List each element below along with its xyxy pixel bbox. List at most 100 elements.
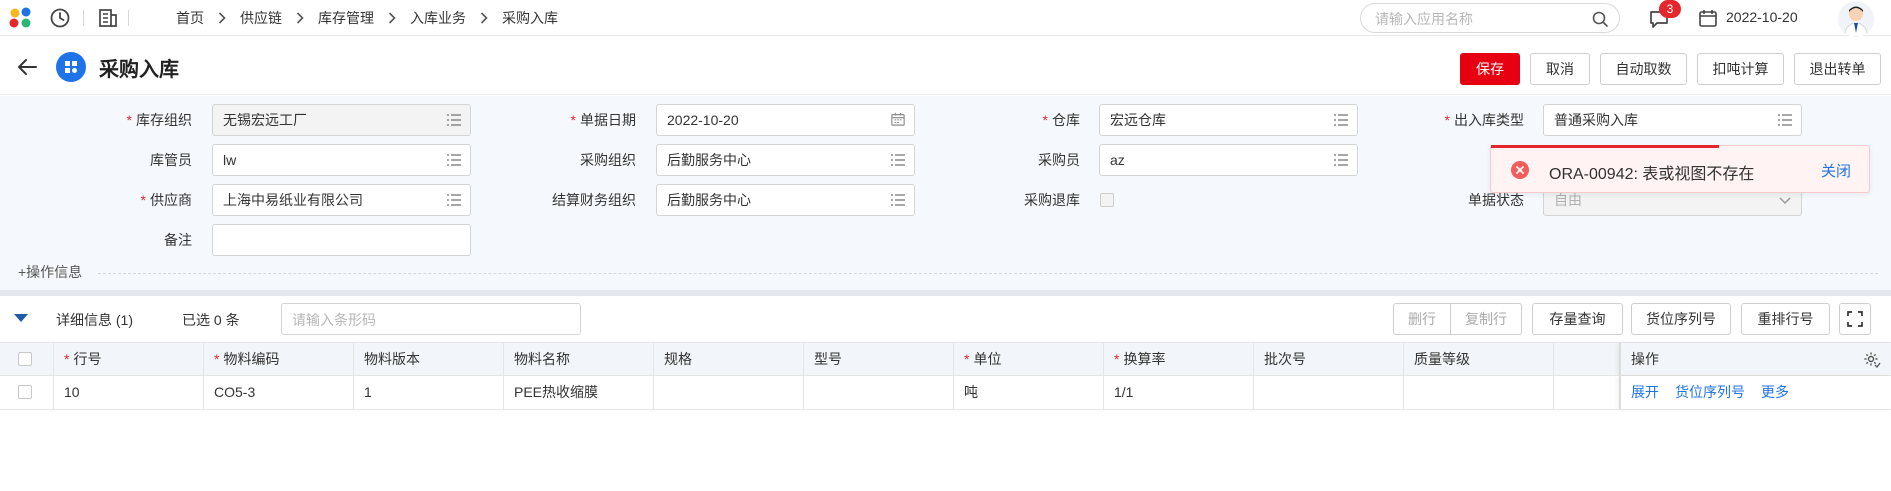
io-type-field[interactable]: 普通采购入库 — [1543, 104, 1802, 136]
list-icon[interactable] — [890, 193, 906, 207]
cell-material-name[interactable]: PEE热收缩膜 — [504, 376, 654, 409]
more-link[interactable]: 更多 — [1761, 384, 1789, 400]
row-checkbox[interactable] — [18, 385, 32, 399]
chevron-right-icon — [388, 12, 396, 24]
cell-material-version[interactable]: 1 — [354, 376, 504, 409]
list-icon[interactable] — [446, 113, 462, 127]
cell-material-code[interactable]: CO5-3 — [204, 376, 354, 409]
col-model[interactable]: 型号 — [804, 343, 954, 375]
app-logo-icon[interactable] — [8, 7, 34, 29]
list-icon[interactable] — [446, 153, 462, 167]
cell-unit[interactable]: 吨 — [954, 376, 1104, 409]
cell-extra — [1554, 376, 1620, 409]
error-icon — [1511, 161, 1529, 179]
col-material-code[interactable]: * 物料编码 — [204, 343, 354, 375]
search-icon[interactable] — [1591, 10, 1609, 28]
cell-conversion-rate[interactable]: 1/1 — [1104, 376, 1254, 409]
operation-info-toggle[interactable]: +操作信息 — [18, 262, 82, 282]
calendar-icon[interactable] — [1698, 8, 1718, 28]
purchase-org-label: 采购组织 — [580, 152, 636, 168]
notification-badge: 3 — [1659, 0, 1681, 18]
fullscreen-button[interactable] — [1839, 303, 1871, 335]
breadcrumb-inventory[interactable]: 库存管理 — [318, 8, 374, 28]
col-conversion-rate[interactable]: * 换算率 — [1104, 343, 1254, 375]
settle-org-field[interactable]: 后勤服务中心 — [656, 184, 915, 216]
warehouse-field[interactable]: 宏远仓库 — [1099, 104, 1358, 136]
expand-link[interactable]: 展开 — [1631, 384, 1659, 400]
list-icon[interactable] — [446, 193, 462, 207]
page-title: 采购入库 — [99, 59, 179, 81]
toast-progress-bar — [1491, 145, 1719, 148]
barcode-box[interactable] — [281, 303, 581, 335]
save-button[interactable]: 保存 — [1460, 53, 1520, 85]
warehouse-label: * 仓库 — [1042, 112, 1080, 128]
top-bar: 首页 供应链 库存管理 入库业务 采购入库 3 2022-10-20 — [0, 0, 1891, 37]
toast-close-link[interactable]: 关闭 — [1821, 160, 1851, 181]
breadcrumb-supply-chain[interactable]: 供应链 — [240, 8, 282, 28]
auto-fetch-button[interactable]: 自动取数 — [1600, 53, 1687, 85]
col-spec[interactable]: 规格 — [654, 343, 804, 375]
col-actions: 操作 — [1620, 343, 1891, 375]
cell-batch-no[interactable] — [1254, 376, 1404, 409]
list-icon[interactable] — [1777, 113, 1793, 127]
list-icon[interactable] — [1333, 153, 1349, 167]
history-clock-icon[interactable] — [49, 7, 71, 29]
col-extra — [1554, 343, 1620, 375]
cell-model[interactable] — [804, 376, 954, 409]
fullscreen-icon — [1847, 311, 1863, 327]
table-row[interactable]: 10 CO5-3 1 PEE热收缩膜 吨 1/1 展开 货位序列号 更多 — [0, 376, 1891, 410]
doc-date-field[interactable]: 2022-10-20 — [656, 104, 915, 136]
calendar-icon[interactable] — [890, 112, 906, 126]
detail-toolbar: 详细信息 (1) 已选 0 条 删行 复制行 存量查询 货位序列号 重排行号 — [0, 297, 1891, 341]
building-icon[interactable] — [97, 7, 119, 29]
list-icon[interactable] — [1333, 113, 1349, 127]
breadcrumb-home[interactable]: 首页 — [176, 8, 204, 28]
toast-message: ORA-00942: 表或视图不存在 — [1549, 166, 1755, 183]
breadcrumb-inbound[interactable]: 入库业务 — [410, 8, 466, 28]
col-unit[interactable]: * 单位 — [954, 343, 1104, 375]
user-avatar-icon — [1843, 6, 1869, 37]
location-serial-button[interactable]: 货位序列号 — [1631, 303, 1731, 335]
stock-query-button[interactable]: 存量查询 — [1532, 303, 1623, 335]
col-material-version[interactable]: 物料版本 — [354, 343, 504, 375]
column-settings-gear-icon[interactable] — [1863, 351, 1881, 369]
cancel-button[interactable]: 取消 — [1530, 53, 1590, 85]
collapse-triangle-icon[interactable] — [14, 314, 28, 322]
cell-quality-grade[interactable] — [1404, 376, 1554, 409]
purchase-org-field[interactable]: 后勤服务中心 — [656, 144, 915, 176]
col-quality-grade[interactable]: 质量等级 — [1404, 343, 1554, 375]
current-date[interactable]: 2022-10-20 — [1726, 9, 1798, 25]
delete-row-button[interactable]: 删行 — [1393, 303, 1451, 335]
app-grid-icon — [56, 52, 86, 82]
cell-line-no[interactable]: 10 — [54, 376, 204, 409]
deduct-calc-button[interactable]: 扣吨计算 — [1697, 53, 1784, 85]
back-arrow-icon[interactable] — [14, 54, 40, 80]
keeper-field[interactable]: lw — [212, 144, 471, 176]
purchase-return-label: 采购退库 — [1024, 192, 1080, 208]
copy-row-button[interactable]: 复制行 — [1450, 303, 1522, 335]
buyer-field[interactable]: az — [1099, 144, 1358, 176]
section-divider — [0, 290, 1891, 296]
chevron-right-icon — [480, 12, 488, 24]
location-serial-link[interactable]: 货位序列号 — [1675, 384, 1745, 400]
doc-date-label: * 单据日期 — [570, 112, 636, 128]
app-search[interactable] — [1360, 3, 1620, 33]
col-batch-no[interactable]: 批次号 — [1254, 343, 1404, 375]
purchase-return-checkbox[interactable] — [1100, 193, 1114, 207]
list-icon[interactable] — [890, 153, 906, 167]
select-all-checkbox[interactable] — [18, 352, 32, 366]
exit-transfer-button[interactable]: 退出转单 — [1794, 53, 1881, 85]
supplier-field[interactable]: 上海中易纸业有限公司 — [212, 184, 471, 216]
col-material-name[interactable]: 物料名称 — [504, 343, 654, 375]
select-all-cell — [0, 343, 54, 375]
col-line-no[interactable]: * 行号 — [54, 343, 204, 375]
barcode-input[interactable] — [292, 311, 562, 329]
remark-field[interactable] — [212, 224, 471, 256]
reorder-rows-button[interactable]: 重排行号 — [1741, 303, 1830, 335]
app-search-input[interactable] — [1375, 10, 1575, 28]
user-avatar[interactable] — [1838, 1, 1874, 37]
cell-spec[interactable] — [654, 376, 804, 409]
inventory-org-field[interactable]: 无锡宏远工厂 — [212, 104, 471, 136]
remark-label: 备注 — [164, 232, 192, 248]
row-select-cell — [0, 376, 54, 409]
